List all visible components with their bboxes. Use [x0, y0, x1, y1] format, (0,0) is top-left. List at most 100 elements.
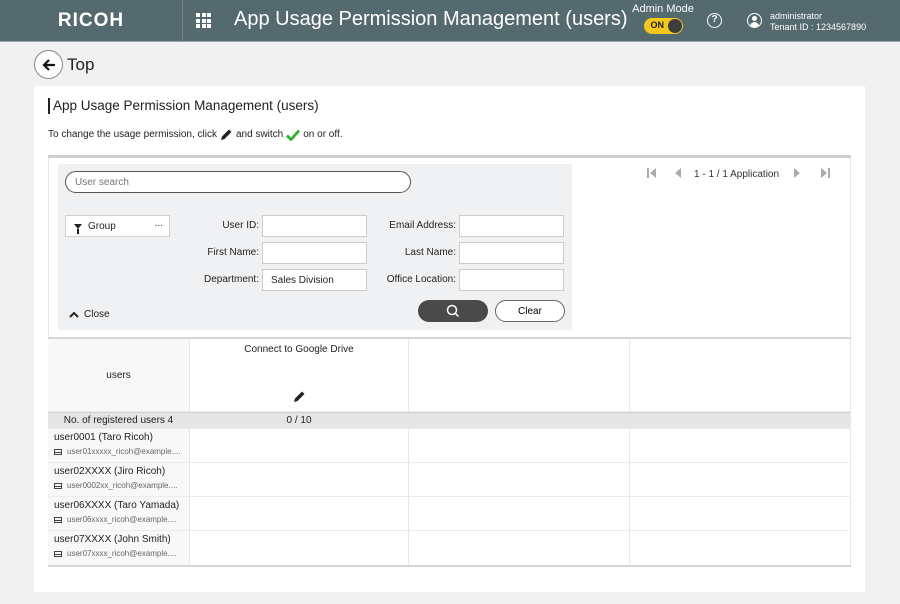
- permission-cell: [630, 531, 851, 565]
- instruction-text: To change the usage permission, click an…: [48, 128, 343, 141]
- user-name: user0001 (Taro Ricoh): [54, 432, 153, 443]
- search-button[interactable]: [418, 300, 488, 322]
- checkmark-icon: [286, 129, 301, 141]
- permission-cell[interactable]: [190, 497, 409, 530]
- back-button[interactable]: [34, 50, 63, 79]
- group-label: Group: [88, 220, 116, 232]
- arrow-left-icon: [41, 58, 55, 71]
- last-name-field[interactable]: [459, 242, 564, 264]
- tenant-id: Tenant ID : 1234567890: [770, 22, 867, 32]
- filter-icon: [74, 223, 82, 234]
- permission-table: users Connect to Google Drive No. of reg…: [48, 337, 851, 567]
- permission-cell: [630, 463, 851, 496]
- first-page-icon[interactable]: [647, 167, 657, 182]
- prev-page-icon[interactable]: [675, 167, 682, 182]
- department-field[interactable]: [262, 269, 367, 291]
- mail-icon: [54, 550, 62, 557]
- search-area: Group ... User ID: First Name: Departmen…: [48, 158, 851, 338]
- chevron-up-icon: [69, 311, 79, 318]
- registered-users-count: No. of registered users 4: [48, 413, 190, 428]
- mail-icon: [54, 482, 62, 489]
- admin-mode-label: Admin Mode: [632, 3, 694, 15]
- user-name: user02XXXX (Jiro Ricoh): [54, 466, 166, 477]
- toggle-knob: [667, 19, 682, 33]
- filter-panel: Group ... User ID: First Name: Departmen…: [58, 164, 572, 330]
- last-name-label: Last Name:: [404, 247, 456, 258]
- close-filter-toggle[interactable]: Close: [69, 309, 110, 320]
- permission-cell: [630, 429, 851, 462]
- user-email: user01xxxxx_ricoh@example....: [54, 447, 189, 456]
- permission-cell: [409, 531, 630, 565]
- next-page-icon[interactable]: [793, 167, 801, 182]
- table-row: user07XXXX (John Smith) user07xxxx_ricoh…: [48, 531, 851, 565]
- user-name: user06XXXX (Taro Yamada): [54, 500, 180, 511]
- hint-suffix: on or off.: [303, 129, 343, 140]
- permission-cell[interactable]: [190, 531, 409, 565]
- permission-cell: [409, 429, 630, 462]
- page-range: 1 - 1 / 1 Application: [694, 169, 780, 180]
- first-name-label: First Name:: [207, 247, 259, 258]
- first-name-field[interactable]: [262, 242, 367, 264]
- page-title: App Usage Permission Management (users): [48, 98, 319, 114]
- app-title: App Usage Permission Management (users): [234, 8, 628, 30]
- admin-mode-toggle[interactable]: ON: [643, 18, 683, 34]
- summary-row: No. of registered users 4 0 / 10: [48, 412, 851, 429]
- group-filter-button[interactable]: Group ...: [65, 215, 170, 237]
- app-usage-count: [630, 413, 851, 428]
- hint-middle: and switch: [235, 129, 284, 140]
- permission-cell[interactable]: [190, 429, 409, 462]
- user-email: user0002xx_ricoh@example....: [54, 481, 189, 490]
- email-label: Email Address:: [389, 220, 456, 231]
- last-page-icon[interactable]: [820, 167, 831, 182]
- pagination: 1 - 1 / 1 Application: [647, 167, 831, 182]
- pencil-icon: [220, 129, 232, 140]
- app-usage-count: [409, 413, 630, 428]
- mail-icon: [54, 448, 62, 455]
- admin-toggle-state: ON: [650, 20, 665, 30]
- user-cell: user0001 (Taro Ricoh) user01xxxxx_ricoh@…: [48, 429, 190, 462]
- office-location-field[interactable]: [459, 269, 564, 291]
- search-icon: [446, 304, 460, 318]
- permission-cell: [409, 497, 630, 530]
- user-account-icon[interactable]: [747, 13, 762, 28]
- user-cell: user02XXXX (Jiro Ricoh) user0002xx_ricoh…: [48, 463, 190, 496]
- table-header-row: users Connect to Google Drive: [48, 339, 851, 412]
- user-name: user07XXXX (John Smith): [54, 534, 171, 545]
- table-row: user06XXXX (Taro Yamada) user06xxxx_rico…: [48, 497, 851, 531]
- permission-cell: [409, 463, 630, 496]
- help-icon[interactable]: ?: [707, 13, 722, 28]
- main-panel: App Usage Permission Management (users) …: [34, 86, 865, 592]
- users-header-label: users: [106, 369, 131, 381]
- app-name: Connect to Google Drive: [244, 344, 354, 355]
- hint-prefix: To change the usage permission, click: [48, 129, 217, 140]
- user-name: administrator: [770, 11, 823, 21]
- app-usage-count: 0 / 10: [190, 413, 409, 428]
- app-grid-icon[interactable]: [196, 13, 211, 28]
- pencil-icon[interactable]: [293, 390, 306, 403]
- app-header: RICOH App Usage Permission Management (u…: [0, 0, 900, 42]
- user-cell: user06XXXX (Taro Yamada) user06xxxx_rico…: [48, 497, 190, 530]
- app-column-header-empty: [409, 339, 630, 411]
- user-id-field[interactable]: [262, 215, 367, 237]
- email-field[interactable]: [459, 215, 564, 237]
- back-label[interactable]: Top: [67, 55, 94, 75]
- close-label: Close: [84, 309, 110, 320]
- user-info[interactable]: administrator Tenant ID : 1234567890: [770, 11, 866, 33]
- app-column-header: Connect to Google Drive: [190, 339, 409, 411]
- user-email: user07xxxx_ricoh@example....: [54, 549, 189, 558]
- admin-mode: Admin Mode ON: [632, 3, 694, 34]
- user-id-label: User ID:: [222, 220, 259, 231]
- user-cell: user07XXXX (John Smith) user07xxxx_ricoh…: [48, 531, 190, 565]
- permission-cell: [630, 497, 851, 530]
- app-column-header-empty: [630, 339, 851, 411]
- office-location-label: Office Location:: [386, 274, 456, 285]
- user-search-input[interactable]: [65, 171, 411, 193]
- mail-icon: [54, 516, 62, 523]
- table-row: user02XXXX (Jiro Ricoh) user0002xx_ricoh…: [48, 463, 851, 497]
- clear-button[interactable]: Clear: [495, 300, 565, 322]
- more-icon: ...: [154, 218, 163, 229]
- permission-cell[interactable]: [190, 463, 409, 496]
- ricoh-logo[interactable]: RICOH: [0, 0, 183, 42]
- table-row: user0001 (Taro Ricoh) user01xxxxx_ricoh@…: [48, 429, 851, 463]
- user-email: user06xxxx_ricoh@example....: [54, 515, 189, 524]
